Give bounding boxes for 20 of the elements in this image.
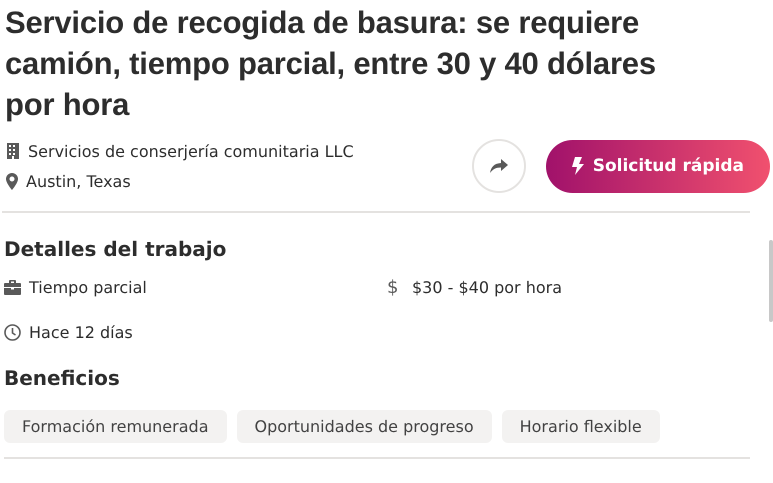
benefit-tag: Horario flexible xyxy=(502,410,660,443)
scrollbar[interactable] xyxy=(769,240,773,322)
job-location: Austin, Texas xyxy=(26,172,131,190)
dollar-icon: $ xyxy=(387,277,404,298)
lightning-icon xyxy=(572,157,584,175)
job-detail: Hace 12 días xyxy=(29,323,133,342)
company-name: Servicios de conserjería comunitaria LLC xyxy=(28,142,354,160)
section-heading: Detalles del trabajo xyxy=(4,237,228,261)
share-icon xyxy=(490,159,508,173)
section-heading: Beneficios xyxy=(4,366,121,390)
briefcase-icon xyxy=(4,280,21,295)
benefit-tag: Oportunidades de progreso xyxy=(236,410,492,443)
job-detail: $30 - $40 por hora xyxy=(412,278,562,297)
benefit-tag: Formación remunerada xyxy=(4,410,226,443)
clock-icon xyxy=(4,324,21,341)
building-icon xyxy=(6,143,20,159)
apply-button[interactable]: Solicitud rápida xyxy=(546,140,770,192)
job-detail: Tiempo parcial xyxy=(29,278,147,297)
job-title: Servicio de recogida de basura: se requiere camión, tiempo parcial, entre 30 y 40 dólares por hora xyxy=(4,4,657,124)
location-pin-icon xyxy=(6,172,18,190)
